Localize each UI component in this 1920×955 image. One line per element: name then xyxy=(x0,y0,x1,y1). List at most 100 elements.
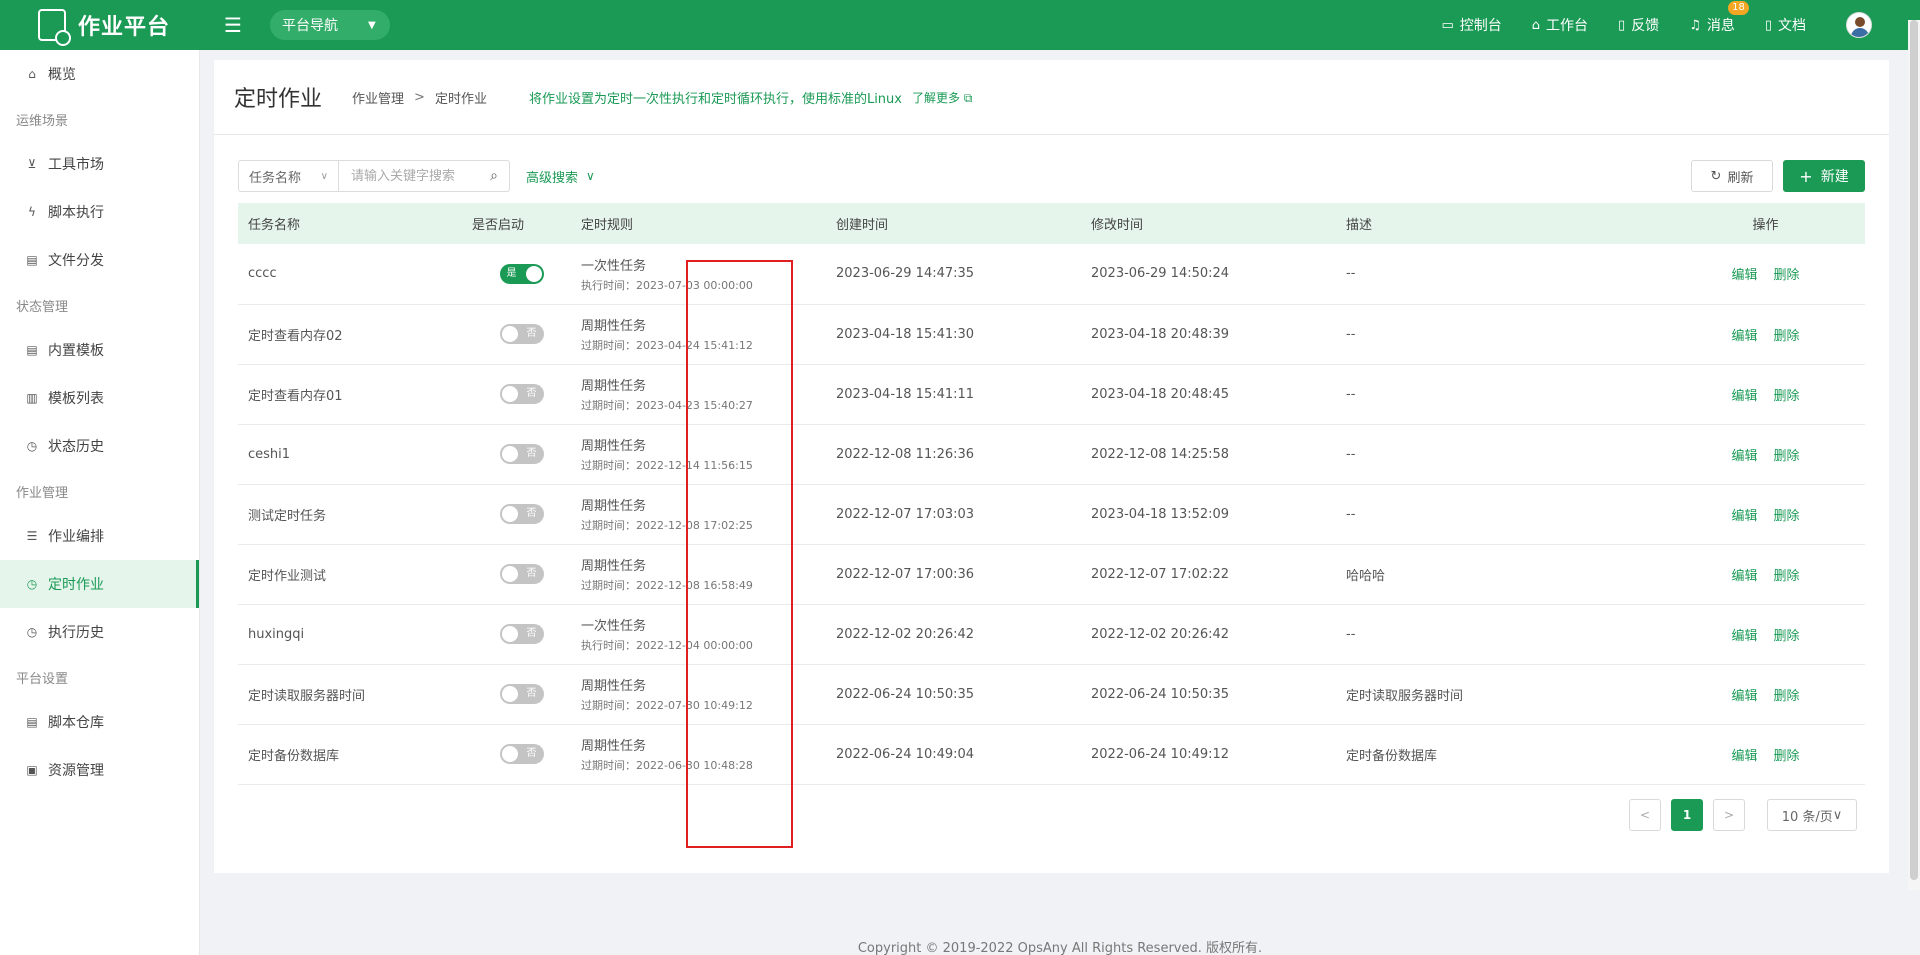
delete-link[interactable]: 删除 xyxy=(1774,749,1800,764)
enable-toggle[interactable]: 是 xyxy=(499,263,544,284)
description: -- xyxy=(1336,424,1666,485)
platform-nav-dropdown[interactable]: 平台导航 ▼ xyxy=(270,10,390,40)
column-header-name: 任务名称 xyxy=(238,203,472,244)
clock-icon: ◷ xyxy=(26,625,38,639)
toggle-label: 否 xyxy=(526,688,537,699)
sidebar-item-label: 执行历史 xyxy=(48,625,104,641)
lightning-icon: ϟ xyxy=(28,205,36,219)
template-icon: ▤ xyxy=(26,343,38,357)
sidebar-item-file-distribution[interactable]: ▤ 文件分发 xyxy=(0,236,199,284)
prev-page-button[interactable]: < xyxy=(1629,799,1661,831)
description: -- xyxy=(1336,304,1666,365)
job-name: 定时查看内存02 xyxy=(238,304,472,365)
table-row: ceshi1 否周期性任务 过期时间：2022-12-14 11:56:15 2022… xyxy=(238,424,1865,485)
clock-icon: ◷ xyxy=(26,439,38,453)
enable-toggle[interactable]: 否 xyxy=(499,684,544,704)
edit-link[interactable]: 编辑 xyxy=(1731,449,1757,464)
breadcrumb-item[interactable]: 作业管理 xyxy=(352,88,404,107)
edit-link[interactable]: 编辑 xyxy=(1731,569,1757,584)
chevron-down-icon: ∨ xyxy=(1832,807,1843,823)
sidebar-item-script-exec[interactable]: ϟ 脚本执行 xyxy=(0,188,199,236)
rule-time: 执行时间：2023-07-03 00:00:00 xyxy=(581,278,753,292)
toggle-knob xyxy=(525,265,542,282)
advanced-search-label: 高级搜索 xyxy=(526,170,579,186)
next-page-button[interactable]: > xyxy=(1713,799,1745,831)
actions-cell: 编辑 删除 xyxy=(1666,544,1865,605)
topnav-messages[interactable]: ♫ 消息 18 xyxy=(1689,1,1749,35)
sidebar-item-job-orchestration[interactable]: ☰ 作业编排 xyxy=(0,512,199,560)
home-icon: ⌂ xyxy=(28,67,36,81)
delete-link[interactable]: 删除 xyxy=(1774,449,1800,464)
topnav-workbench-label: 工作台 xyxy=(1546,18,1589,34)
menu-toggle-icon[interactable]: ☰ xyxy=(224,13,248,37)
app-logo-icon xyxy=(38,9,71,46)
edit-link[interactable]: 编辑 xyxy=(1731,749,1757,764)
edit-link[interactable]: 编辑 xyxy=(1731,509,1757,524)
description: 哈哈哈 xyxy=(1336,544,1666,605)
actions-cell: 编辑 删除 xyxy=(1666,484,1865,545)
sidebar-item-overview[interactable]: ⌂ 概览 xyxy=(0,50,199,98)
enable-toggle[interactable]: 否 xyxy=(499,504,544,524)
delete-link[interactable]: 删除 xyxy=(1774,389,1800,404)
sidebar-item-scheduled-jobs[interactable]: ◷ 定时作业 xyxy=(0,560,199,608)
delete-link[interactable]: 删除 xyxy=(1774,689,1800,704)
edit-link[interactable]: 编辑 xyxy=(1731,268,1757,283)
sidebar-item-resource-mgmt[interactable]: ▣ 资源管理 xyxy=(0,746,199,794)
delete-link[interactable]: 删除 xyxy=(1774,569,1800,584)
sidebar-item-exec-history[interactable]: ◷ 执行历史 xyxy=(0,608,199,656)
topnav-console[interactable]: ▭ 控制台 xyxy=(1441,15,1501,35)
edit-link[interactable]: 编辑 xyxy=(1731,689,1757,704)
sidebar-group-title: 运维场景 xyxy=(16,113,69,129)
user-avatar[interactable] xyxy=(1846,12,1872,38)
sidebar-group-title: 平台设置 xyxy=(16,671,69,687)
delete-link[interactable]: 删除 xyxy=(1774,268,1800,283)
learn-more-link[interactable]: 了解更多 ⧉ xyxy=(912,89,972,106)
topnav-docs[interactable]: ▯ 文档 xyxy=(1765,15,1806,35)
topnav-workbench[interactable]: ⌂ 工作台 xyxy=(1532,15,1588,35)
delete-link[interactable]: 删除 xyxy=(1774,329,1800,344)
sidebar-item-tool-market[interactable]: ⊻ 工具市场 xyxy=(0,140,199,188)
toggle-knob xyxy=(501,446,518,462)
enable-toggle[interactable]: 否 xyxy=(499,444,544,464)
new-job-button[interactable]: + 新建 xyxy=(1783,160,1865,192)
sidebar-item-script-repo[interactable]: ▤ 脚本仓库 xyxy=(0,698,199,746)
page-size-select[interactable]: 10 条/页 ∨ xyxy=(1767,799,1857,831)
sidebar-item-label: 定时作业 xyxy=(48,577,104,593)
edit-link[interactable]: 编辑 xyxy=(1731,329,1757,344)
search-icon[interactable]: ⌕ xyxy=(479,161,509,191)
modified-time: 2022-12-08 14:25:58 xyxy=(1081,424,1336,485)
table-row: huxingqi 否一次性任务 执行时间：2022-12-04 00:00:00 20… xyxy=(238,604,1865,665)
sidebar-item-builtin-templates[interactable]: ▤ 内置模板 xyxy=(0,326,199,374)
sidebar-item-state-history[interactable]: ◷ 状态历史 xyxy=(0,422,199,470)
scrollbar-thumb[interactable] xyxy=(1910,20,1918,880)
app-logo[interactable]: 作业平台 xyxy=(0,9,200,46)
page-header: 定时作业 作业管理 > 定时作业 将作业设置为定时一次性执行和定时循环执行，使用… xyxy=(214,60,1889,135)
search-input[interactable] xyxy=(339,161,479,191)
pagination: < 1 > 10 条/页 ∨ xyxy=(1619,799,1857,831)
edit-link[interactable]: 编辑 xyxy=(1731,629,1757,644)
delete-link[interactable]: 删除 xyxy=(1774,509,1800,524)
actions-cell: 编辑 删除 xyxy=(1666,724,1865,785)
topnav-feedback[interactable]: ▯ 反馈 xyxy=(1618,15,1659,35)
advanced-search-toggle[interactable]: 高级搜索 ∨ xyxy=(526,167,595,186)
page-number-button[interactable]: 1 xyxy=(1671,799,1703,831)
toggle-label: 否 xyxy=(526,328,537,339)
modified-time: 2022-12-02 20:26:42 xyxy=(1081,604,1336,665)
enable-toggle[interactable]: 否 xyxy=(499,744,544,764)
toggle-knob xyxy=(501,326,518,342)
chevron-down-icon: ∨ xyxy=(320,170,328,182)
delete-link[interactable]: 删除 xyxy=(1774,629,1800,644)
page-scrollbar[interactable] xyxy=(1908,20,1920,890)
enable-toggle[interactable]: 否 xyxy=(499,324,544,344)
edit-link[interactable]: 编辑 xyxy=(1731,389,1757,404)
sidebar-item-template-list[interactable]: ▥ 模板列表 xyxy=(0,374,199,422)
topnav-feedback-label: 反馈 xyxy=(1631,18,1660,34)
enable-toggle[interactable]: 否 xyxy=(499,384,544,404)
created-time: 2022-06-24 10:50:35 xyxy=(826,664,1081,725)
clock-icon: ◷ xyxy=(26,577,38,591)
search-field-select[interactable]: 任务名称 ∨ xyxy=(239,161,339,191)
refresh-button[interactable]: ↻ 刷新 xyxy=(1691,160,1773,192)
enable-toggle[interactable]: 否 xyxy=(499,624,544,644)
enable-toggle[interactable]: 否 xyxy=(499,564,544,584)
column-header-actions: 操作 xyxy=(1666,203,1865,244)
